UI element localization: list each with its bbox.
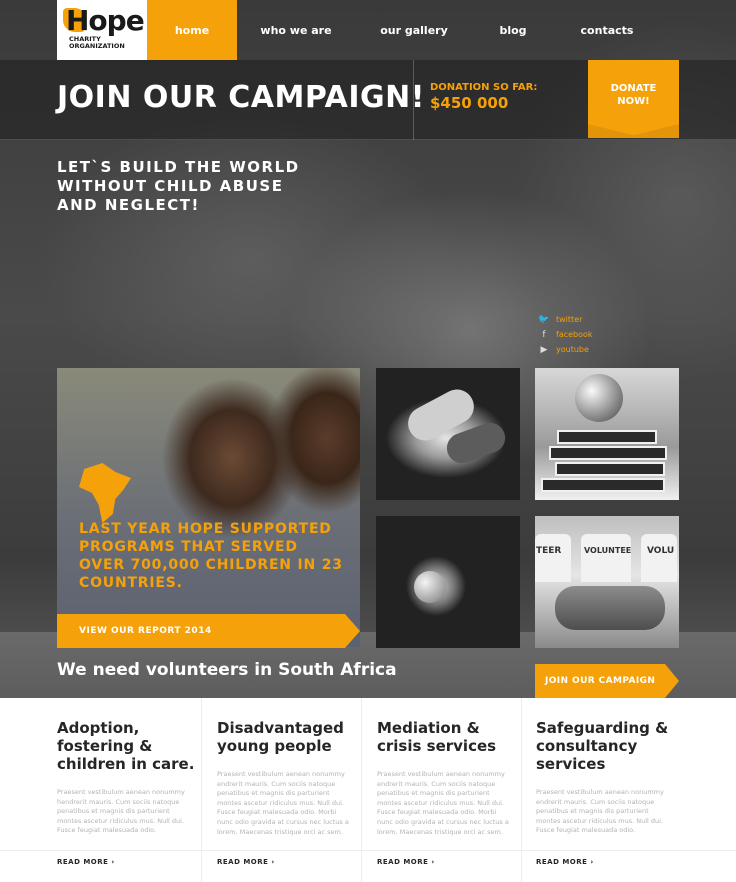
donation-amount: $450 000 [430, 94, 509, 112]
social-label: youtube [556, 345, 589, 354]
shirt-text: VOLU [647, 546, 675, 556]
ball-shape [414, 571, 446, 603]
feature-image[interactable]: LAST YEAR HOPE SUPPORTED PROGRAMS THAT S… [57, 368, 360, 647]
donation-label: DONATION SO FAR: [430, 82, 538, 93]
hero-slogan: LET`S BUILD THE WORLD WITHOUT CHILD ABUS… [57, 158, 300, 214]
africa-map-icon [79, 463, 131, 523]
logo-tagline: CHARITY ORGANIZATION [69, 35, 125, 50]
gallery-thumb-globe-books[interactable] [535, 368, 679, 500]
book-shape [555, 462, 665, 476]
campaign-title: JOIN OUR CAMPAIGN! [57, 80, 425, 115]
nav-item-home[interactable]: home [147, 0, 237, 60]
read-more-link[interactable]: READ MORE › [377, 858, 435, 866]
shirt-text: TEER [536, 546, 562, 556]
feature-text: LAST YEAR HOPE SUPPORTED PROGRAMS THAT S… [79, 521, 343, 591]
logo[interactable]: Hope CHARITY ORGANIZATION [57, 0, 147, 60]
nav-item-blog[interactable]: blog [473, 0, 553, 60]
hands-pile-shape [555, 586, 665, 630]
read-more-link[interactable]: READ MORE › [536, 858, 594, 866]
service-card: Mediation & crisis services Praesent ves… [362, 698, 522, 882]
donate-now-label: DONATE NOW! [610, 83, 657, 107]
services-section: Adoption, fostering & children in care. … [0, 698, 736, 882]
nav-item-our-gallery[interactable]: our gallery [355, 0, 473, 60]
social-label: twitter [556, 315, 583, 324]
read-more-link[interactable]: READ MORE › [217, 858, 275, 866]
nav-item-contacts[interactable]: contacts [553, 0, 661, 60]
gallery-thumb-hands-ball[interactable] [376, 516, 520, 648]
youtube-icon: ▶ [540, 344, 548, 355]
service-title: Mediation & crisis services [377, 719, 497, 755]
gallery-thumb-volunteers[interactable]: TEER VOLUNTEE VOLU [535, 516, 679, 648]
service-title: Adoption, fostering & children in care. [57, 719, 195, 773]
service-body: Praesent vestibulum aenean nonummy endre… [536, 788, 664, 835]
nav-item-who-we-are[interactable]: who we are [237, 0, 355, 60]
volunteers-heading: We need volunteers in South Africa [57, 660, 397, 680]
social-links: 🐦 twitter f facebook ▶ youtube [535, 312, 593, 357]
social-label: facebook [556, 330, 593, 339]
twitter-icon: 🐦 [538, 314, 550, 325]
social-link-youtube[interactable]: ▶ youtube [535, 342, 593, 357]
volunteer-shirt [581, 534, 631, 582]
service-title: Disadvantaged young people [217, 719, 344, 755]
shirt-text: VOLUNTEE [584, 546, 632, 555]
social-link-facebook[interactable]: f facebook [535, 327, 593, 342]
service-body: Praesent vestibulum aenean nonummy endre… [377, 770, 509, 836]
gallery-thumb-hands[interactable] [376, 368, 520, 500]
campaign-divider [413, 60, 414, 140]
service-card: Safeguarding & consultancy services Prae… [521, 698, 681, 882]
book-shape [557, 430, 657, 444]
social-link-twitter[interactable]: 🐦 twitter [535, 312, 593, 327]
service-card: Adoption, fostering & children in care. … [42, 698, 202, 882]
service-card: Disadvantaged young people Praesent vest… [202, 698, 362, 882]
volunteer-shirt [535, 534, 571, 582]
chevron-down-icon [588, 124, 679, 138]
service-title: Safeguarding & consultancy services [536, 719, 669, 773]
main-nav: home who we are our gallery blog contact… [147, 0, 661, 60]
join-campaign-button[interactable]: JOIN OUR CAMPAIGN [535, 664, 679, 698]
logo-wordmark: Hope [66, 4, 145, 37]
service-body: Praesent vestibulum aenean nonummy hendr… [57, 788, 185, 835]
donate-now-button[interactable]: DONATE NOW! [588, 60, 679, 138]
volunteer-shirt [641, 534, 677, 582]
service-body: Praesent vestibulum aenean nonummy endre… [217, 770, 349, 836]
facebook-icon: f [542, 329, 546, 340]
view-report-button[interactable]: VIEW OUR REPORT 2014 [57, 614, 360, 648]
globe-icon [575, 374, 623, 422]
book-shape [549, 446, 667, 460]
read-more-link[interactable]: READ MORE › [57, 858, 115, 866]
book-shape [541, 478, 665, 492]
